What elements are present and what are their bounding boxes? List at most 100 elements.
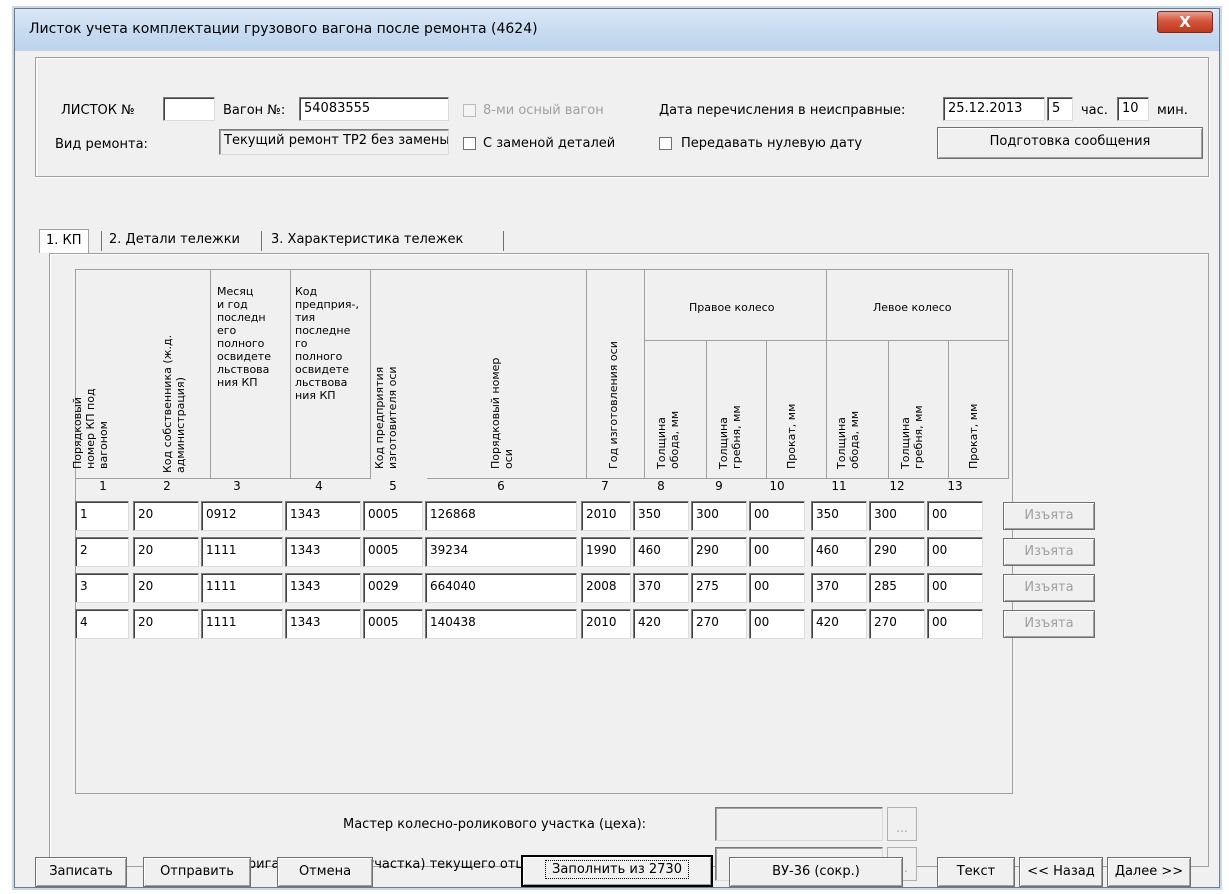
- replace-parts-checkbox[interactable]: [463, 137, 476, 150]
- master-field[interactable]: [715, 807, 883, 841]
- header-left-wheel: Левое колесо: [873, 301, 952, 314]
- vagon-number-input[interactable]: 54083555: [299, 97, 449, 121]
- date-input[interactable]: 25.12.2013: [943, 97, 1045, 121]
- grid-cell[interactable]: 2010: [581, 501, 631, 531]
- header-last-cert-enterprise: Код предприя-, тия последне го полного о…: [295, 285, 359, 402]
- grid-cell[interactable]: 39234: [425, 537, 577, 567]
- minute-label: мин.: [1157, 103, 1188, 118]
- back-button[interactable]: << Назад: [1019, 857, 1103, 887]
- grid-cell[interactable]: 370: [811, 573, 867, 603]
- zero-date-checkbox[interactable]: [659, 137, 672, 150]
- grid-cell[interactable]: 1343: [285, 573, 361, 603]
- tab-bogie-characteristics[interactable]: 3. Характеристика тележек: [265, 229, 469, 253]
- grid-cell[interactable]: 20: [133, 537, 199, 567]
- grid-cell[interactable]: 1343: [285, 609, 361, 639]
- title-bar[interactable]: Листок учета комплектации грузового ваго…: [15, 9, 1219, 51]
- vagon-label: Вагон №:: [223, 103, 286, 118]
- close-button[interactable]: X: [1157, 11, 1213, 33]
- grid-cell[interactable]: 420: [811, 609, 867, 639]
- text-button[interactable]: Текст: [937, 857, 1015, 887]
- grid-cell[interactable]: 00: [927, 537, 983, 567]
- eight-axle-checkbox[interactable]: [463, 104, 476, 117]
- header-left-flange: Толщина гребня, мм: [899, 405, 925, 469]
- column-number: 6: [497, 479, 505, 493]
- withdrawn-button[interactable]: Изъята: [1003, 610, 1095, 638]
- grid-cell[interactable]: 290: [691, 537, 747, 567]
- withdrawn-button[interactable]: Изъята: [1003, 502, 1095, 530]
- grid-cell[interactable]: 420: [633, 609, 689, 639]
- grid-cell[interactable]: 290: [869, 537, 925, 567]
- grid-cell[interactable]: 0005: [363, 537, 423, 567]
- grid-cell[interactable]: 20: [133, 573, 199, 603]
- grid-cell[interactable]: 126868: [425, 501, 577, 531]
- hour-input[interactable]: 5: [1047, 97, 1073, 121]
- grid-cell[interactable]: 00: [749, 609, 805, 639]
- header-axle-year: Год изготовления оси: [607, 341, 620, 469]
- repair-type-label: Вид ремонта:: [55, 137, 148, 152]
- grid-cell[interactable]: 300: [869, 501, 925, 531]
- grid-cell[interactable]: 1343: [285, 537, 361, 567]
- send-button[interactable]: Отправить: [143, 857, 251, 887]
- listok-number-input[interactable]: [163, 97, 215, 121]
- grid-cell[interactable]: 00: [749, 537, 805, 567]
- grid-cell[interactable]: 00: [749, 573, 805, 603]
- next-button[interactable]: Далее >>: [1107, 857, 1191, 887]
- column-number: 4: [315, 479, 323, 493]
- minute-input[interactable]: 10: [1117, 97, 1149, 121]
- grid-cell[interactable]: 00: [927, 609, 983, 639]
- tab-bogie-parts[interactable]: 2. Детали тележки: [103, 229, 246, 253]
- grid-cell[interactable]: 270: [691, 609, 747, 639]
- header-left-rim: Толщина обода, мм: [835, 410, 861, 469]
- grid-cell[interactable]: 4: [75, 609, 129, 639]
- grid-cell[interactable]: 3: [75, 573, 129, 603]
- grid-cell[interactable]: 1111: [201, 573, 283, 603]
- grid-cell[interactable]: 20: [133, 609, 199, 639]
- grid-cell[interactable]: 350: [633, 501, 689, 531]
- column-number: 13: [947, 479, 963, 493]
- grid-cell[interactable]: 20: [133, 501, 199, 531]
- vu36-button[interactable]: ВУ-36 (сокр.): [729, 857, 903, 887]
- grid-cell[interactable]: 00: [927, 573, 983, 603]
- grid-cell[interactable]: 00: [927, 501, 983, 531]
- grid-cell[interactable]: 1111: [201, 537, 283, 567]
- save-button[interactable]: Записать: [35, 857, 127, 887]
- fill-from-2730-label: Заполнить из 2730: [545, 860, 689, 879]
- grid-cell[interactable]: 140438: [425, 609, 577, 639]
- grid-cell[interactable]: 460: [633, 537, 689, 567]
- grid-cell[interactable]: 370: [633, 573, 689, 603]
- grid-cell[interactable]: 1: [75, 501, 129, 531]
- column-number: 8: [657, 479, 665, 493]
- withdrawn-button[interactable]: Изъята: [1003, 574, 1095, 602]
- fill-from-2730-button[interactable]: Заполнить из 2730: [521, 855, 713, 887]
- grid-cell[interactable]: 0029: [363, 573, 423, 603]
- grid-cell[interactable]: 1343: [285, 501, 361, 531]
- grid-cell[interactable]: 2008: [581, 573, 631, 603]
- grid-cell[interactable]: 2010: [581, 609, 631, 639]
- grid-cell[interactable]: 2: [75, 537, 129, 567]
- grid-cell[interactable]: 0005: [363, 609, 423, 639]
- close-icon: X: [1179, 13, 1191, 31]
- prepare-message-button[interactable]: Подготовка сообщения: [937, 127, 1203, 159]
- master-select-button[interactable]: ...: [887, 807, 917, 841]
- grid-cell[interactable]: 300: [691, 501, 747, 531]
- cancel-button[interactable]: Отмена: [277, 857, 373, 887]
- grid-cell[interactable]: 664040: [425, 573, 577, 603]
- hour-label: час.: [1081, 103, 1108, 118]
- header-last-cert-date: Месяц и год последн его полного освидете…: [217, 285, 271, 389]
- column-number: 7: [601, 479, 609, 493]
- tab-separator: [503, 231, 504, 251]
- grid-cell[interactable]: 275: [691, 573, 747, 603]
- grid-cell[interactable]: 1990: [581, 537, 631, 567]
- grid-cell[interactable]: 460: [811, 537, 867, 567]
- header-right-wheel: Правое колесо: [689, 301, 775, 314]
- withdrawn-button[interactable]: Изъята: [1003, 538, 1095, 566]
- grid-cell[interactable]: 285: [869, 573, 925, 603]
- tab-kp[interactable]: 1. КП: [39, 229, 89, 253]
- grid-cell[interactable]: 1111: [201, 609, 283, 639]
- grid-cell[interactable]: 0912: [201, 501, 283, 531]
- header-axle-serial: Порядковый номер оси: [489, 357, 515, 469]
- grid-cell[interactable]: 350: [811, 501, 867, 531]
- grid-cell[interactable]: 270: [869, 609, 925, 639]
- grid-cell[interactable]: 0005: [363, 501, 423, 531]
- grid-cell[interactable]: 00: [749, 501, 805, 531]
